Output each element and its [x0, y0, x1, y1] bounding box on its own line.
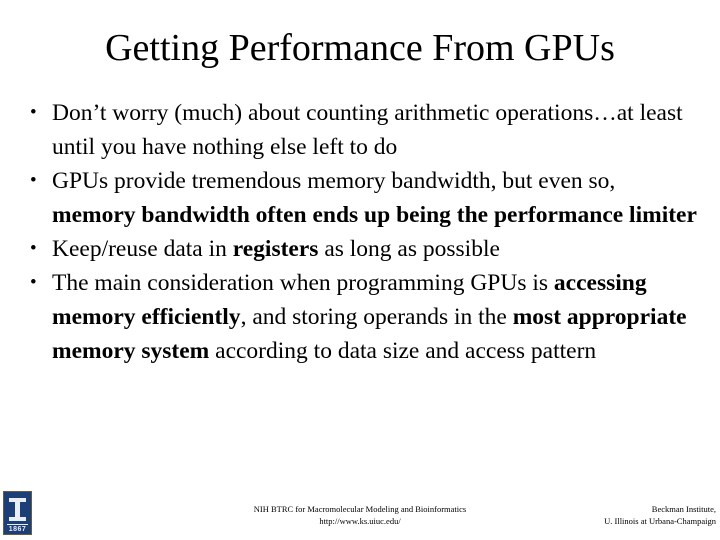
bullet-segment-bold: registers: [232, 236, 319, 262]
bullet-point-icon: •: [30, 102, 37, 123]
footer-institute: Beckman Institute,: [651, 504, 716, 514]
list-item: • Keep/reuse data in registers as long a…: [22, 232, 702, 266]
bullet-text: The main consideration when programming …: [52, 266, 702, 368]
bullet-list: • Don’t worry (much) about counting arit…: [22, 96, 702, 368]
bullet-segment: , and storing operands in the: [240, 304, 513, 330]
bullet-text: Keep/reuse data in registers as long as …: [52, 232, 702, 266]
footer-organization: NIH BTRC for Macromolecular Modeling and…: [253, 504, 467, 514]
footer-university: U. Illinois at Urbana-Champaign: [604, 515, 716, 526]
bullet-segment: as long as possible: [318, 236, 500, 262]
list-item: • Don’t worry (much) about counting arit…: [22, 96, 702, 164]
logo-founding-year: 1867: [8, 526, 27, 533]
footer-center: NIH BTRC for Macromolecular Modeling and…: [180, 504, 540, 527]
slide-title: Getting Performance From GPUs: [105, 27, 615, 69]
bullet-segment: Keep/reuse data in: [52, 236, 233, 262]
footer-url[interactable]: http://www.ks.uiuc.edu/: [180, 516, 540, 528]
bullet-segment: according to data size and access patter…: [209, 338, 597, 364]
logo-inner: 1867: [4, 492, 31, 534]
bullet-point-icon: •: [30, 170, 37, 191]
block-i-stem-icon: [15, 501, 20, 518]
bullet-text: Don’t worry (much) about counting arithm…: [52, 96, 702, 164]
bullet-segment-bold: memory bandwidth often ends up being the…: [52, 202, 697, 228]
list-item: • GPUs provide tremendous memory bandwid…: [22, 164, 702, 232]
university-of-illinois-block-i-logo: 1867: [3, 491, 32, 535]
bullet-point-icon: •: [30, 272, 37, 293]
bullet-segment: Don’t worry (much) about counting arithm…: [52, 100, 683, 160]
bullet-segment: The main consideration when programming …: [52, 270, 554, 296]
bullet-segment: GPUs provide tremendous memory bandwidth…: [52, 168, 616, 194]
footer-right: Beckman Institute, U. Illinois at Urbana…: [520, 504, 716, 527]
bullet-text: GPUs provide tremendous memory bandwidth…: [52, 164, 702, 232]
bullet-point-icon: •: [30, 238, 37, 259]
slide-canvas: Getting Performance From GPUs • Don’t wo…: [0, 0, 720, 540]
block-i-bottom-bar-icon: [9, 517, 26, 521]
list-item: • The main consideration when programmin…: [22, 266, 702, 368]
